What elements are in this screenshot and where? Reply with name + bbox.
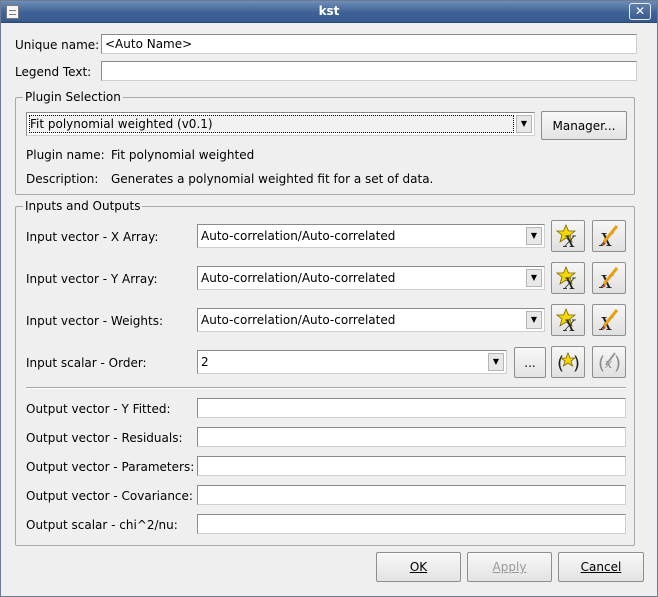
output-chi2-label: Output scalar - chi^2/nu: — [26, 518, 178, 532]
svg-text:X: X — [562, 274, 576, 290]
input-x-array-label: Input vector - X Array: — [26, 230, 159, 244]
output-covariance-label: Output vector - Covariance: — [26, 489, 193, 503]
output-parameters-label: Output vector - Parameters: — [26, 460, 195, 474]
apply-button-label: Apply — [492, 560, 527, 574]
input-weights-label: Input vector - Weights: — [26, 314, 164, 328]
titlebar[interactable]: kst ✕ — [1, 1, 657, 23]
output-covariance-input[interactable] — [197, 485, 626, 505]
chevron-down-icon[interactable]: ▼ — [526, 269, 542, 287]
new-vector-y-button[interactable]: X — [551, 262, 585, 294]
input-x-array-select[interactable]: Auto-correlation/Auto-correlated ▼ — [197, 224, 545, 248]
edit-vector-x-button[interactable]: X — [592, 220, 626, 252]
input-y-array-value: Auto-correlation/Auto-correlated — [201, 271, 396, 285]
plugin-selection-title: Plugin Selection — [23, 90, 123, 104]
edit-vector-icon: X — [598, 225, 619, 248]
unique-name-input[interactable]: <Auto Name> — [101, 34, 637, 54]
close-icon: ✕ — [634, 4, 646, 18]
plugin-dialog-window: kst ✕ Unique name: <Auto Name> Legend Te… — [0, 0, 658, 597]
output-chi2-input[interactable] — [197, 514, 626, 534]
inputs-outputs-separator — [26, 387, 626, 389]
chevron-down-icon[interactable]: ▼ — [526, 227, 542, 245]
output-y-fitted-input[interactable] — [197, 398, 626, 418]
scalar-browse-button[interactable]: ... — [514, 347, 546, 378]
description-value: Generates a polynomial weighted fit for … — [111, 172, 434, 186]
svg-text:): ) — [573, 353, 580, 374]
new-vector-weights-button[interactable]: X — [551, 304, 585, 336]
legend-text-input[interactable] — [101, 61, 637, 81]
cancel-button[interactable]: Cancel — [558, 552, 644, 582]
svg-text:(: ( — [598, 353, 605, 374]
ok-button[interactable]: OK — [376, 552, 461, 582]
svg-text:X: X — [562, 232, 576, 248]
input-weights-value: Auto-correlation/Auto-correlated — [201, 313, 396, 327]
legend-text-label: Legend Text: — [15, 65, 92, 79]
plugin-select[interactable]: Fit polynomial weighted (v0.1) ▼ — [26, 112, 535, 136]
chevron-down-icon[interactable]: ▼ — [516, 115, 532, 133]
new-scalar-icon: ( ) — [557, 351, 580, 374]
scalar-browse-label: ... — [524, 355, 536, 370]
edit-vector-y-button[interactable]: X — [592, 262, 626, 294]
input-weights-select[interactable]: Auto-correlation/Auto-correlated ▼ — [197, 308, 545, 332]
output-residuals-label: Output vector - Residuals: — [26, 431, 183, 445]
plugin-name-label: Plugin name: — [26, 148, 105, 162]
svg-text:(: ( — [557, 353, 564, 374]
new-vector-x-button[interactable]: X — [551, 220, 585, 252]
new-scalar-button[interactable]: ( ) — [551, 346, 585, 378]
output-y-fitted-label: Output vector - Y Fitted: — [26, 402, 171, 416]
inputs-outputs-title: Inputs and Outputs — [23, 199, 143, 213]
input-y-array-label: Input vector - Y Array: — [26, 272, 158, 286]
output-residuals-input[interactable] — [197, 427, 626, 447]
new-vector-icon: X — [556, 224, 577, 248]
chevron-down-icon[interactable]: ▼ — [526, 311, 542, 329]
new-vector-icon: X — [556, 308, 577, 332]
apply-button[interactable]: Apply — [467, 552, 552, 582]
window-title: kst — [318, 4, 340, 18]
edit-vector-icon: X — [598, 267, 619, 290]
plugin-select-value: Fit polynomial weighted (v0.1) — [30, 117, 213, 131]
input-order-value: 2 — [201, 355, 209, 369]
edit-vector-icon: X — [598, 309, 619, 332]
svg-text:): ) — [614, 353, 621, 374]
input-x-array-value: Auto-correlation/Auto-correlated — [201, 229, 396, 243]
chevron-down-icon[interactable]: ▼ — [488, 353, 504, 371]
close-button[interactable]: ✕ — [629, 3, 651, 20]
svg-text:X: X — [562, 316, 576, 332]
unique-name-label: Unique name: — [15, 38, 100, 52]
description-label: Description: — [26, 172, 99, 186]
new-vector-icon: X — [556, 266, 577, 290]
edit-scalar-button[interactable]: ( x ) — [592, 346, 626, 378]
edit-vector-weights-button[interactable]: X — [592, 304, 626, 336]
output-parameters-input[interactable] — [197, 456, 626, 476]
edit-scalar-icon: ( x ) — [598, 352, 621, 374]
manager-button[interactable]: Manager... — [541, 111, 627, 140]
input-order-label: Input scalar - Order: — [26, 356, 147, 370]
plugin-name-value: Fit polynomial weighted — [111, 148, 255, 162]
manager-button-label: Manager... — [552, 118, 616, 133]
input-y-array-select[interactable]: Auto-correlation/Auto-correlated ▼ — [197, 266, 545, 290]
cancel-button-label: Cancel — [580, 560, 622, 574]
input-order-select[interactable]: 2 ▼ — [197, 350, 507, 374]
ok-button-label: OK — [409, 560, 428, 574]
